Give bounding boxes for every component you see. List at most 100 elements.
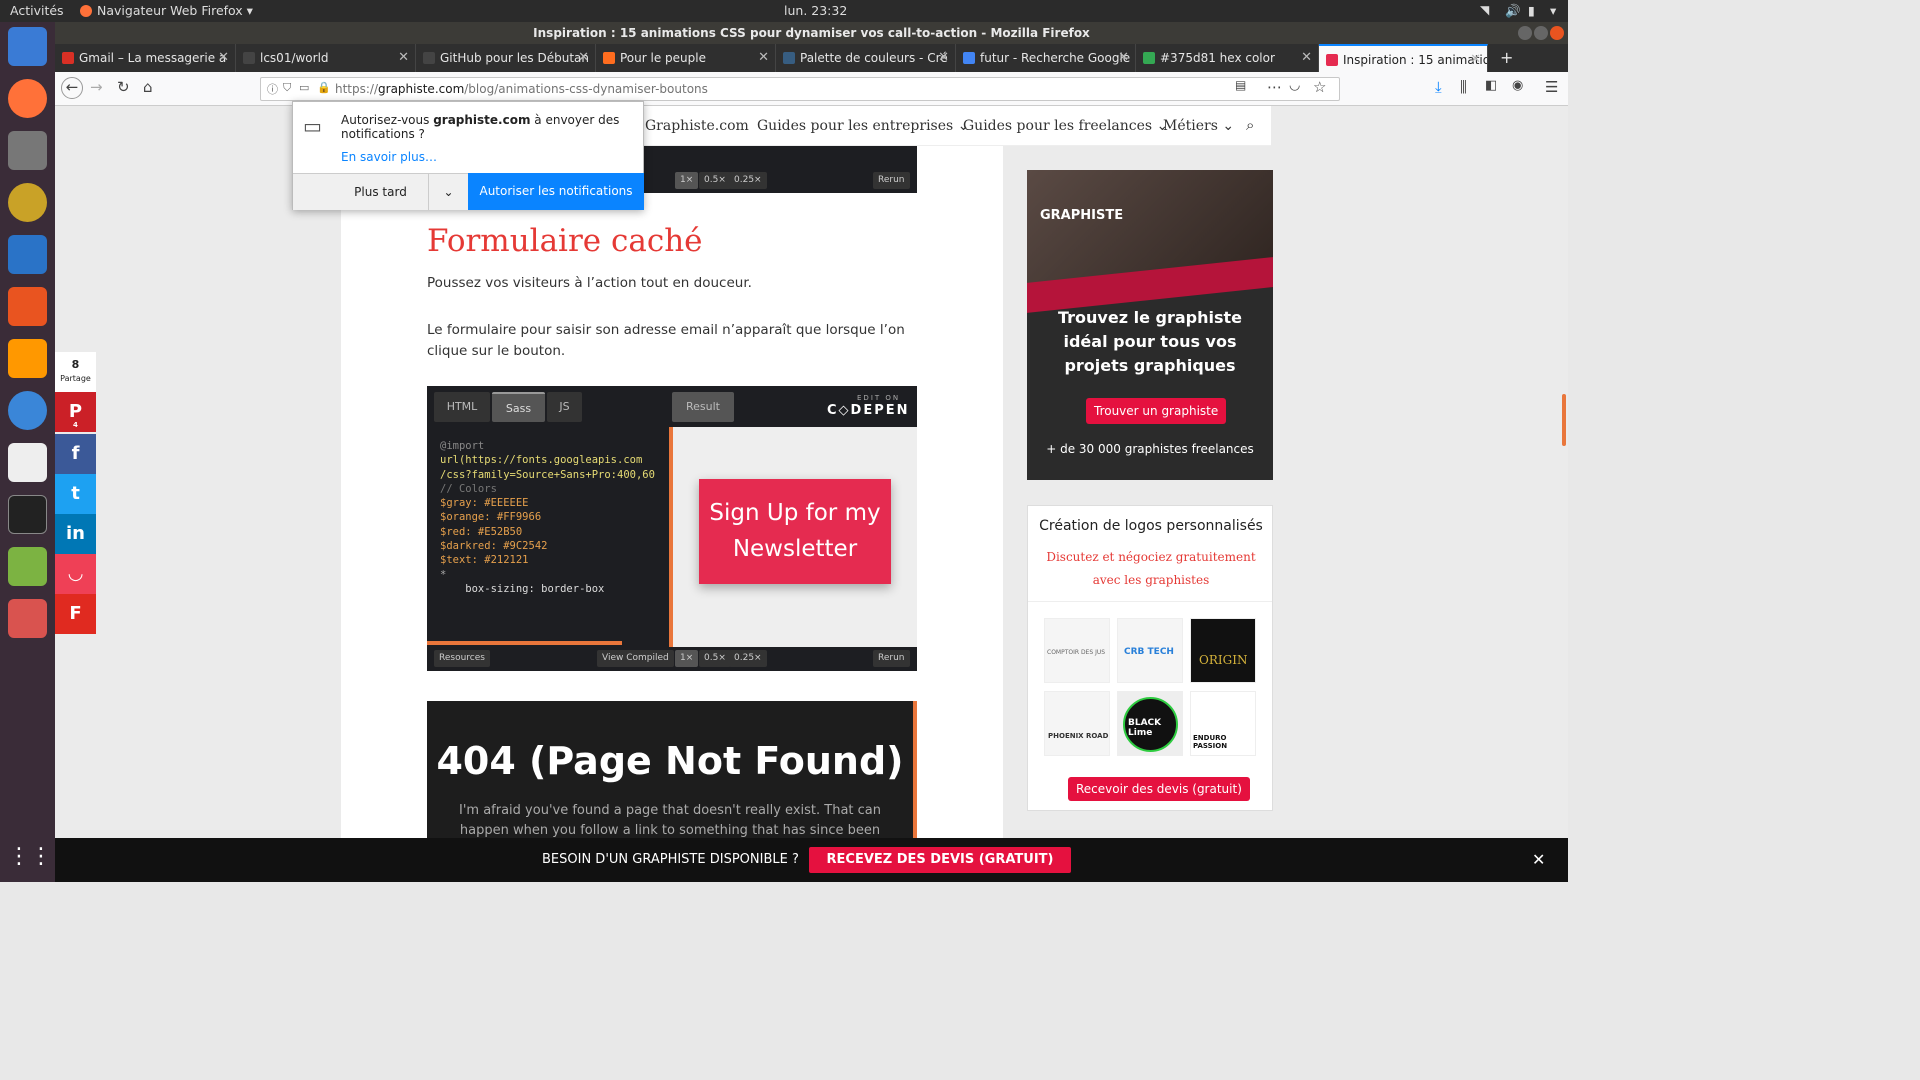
shield-icon[interactable]: ⛉ — [283, 81, 291, 95]
sass-code-panel[interactable]: @import url(https://fonts.googleapis.com /… — [427, 427, 669, 647]
system-monitor-icon[interactable] — [8, 547, 47, 586]
browser-tab[interactable]: Gmail – La messagerie a ✕ — [55, 44, 236, 72]
close-tab-icon[interactable]: ✕ — [758, 44, 769, 72]
browser-tab[interactable]: #375d81 hex color ✕ — [1136, 44, 1319, 72]
sass-tab[interactable]: Sass — [492, 392, 545, 422]
notification-permission-icon[interactable]: ▭ — [299, 81, 309, 94]
pinterest-icon[interactable]: P4 — [55, 392, 96, 432]
software-center-icon[interactable] — [8, 287, 47, 326]
close-tab-icon[interactable]: ✕ — [938, 44, 949, 72]
zoom-025x-button[interactable]: 0.25× — [729, 172, 767, 189]
terminal-icon[interactable] — [8, 495, 47, 534]
browser-tab[interactable]: Pour le peuple ✕ — [596, 44, 776, 72]
browser-tab[interactable]: lcs01/world ✕ — [236, 44, 416, 72]
app-menu[interactable]: Navigateur Web Firefox ▾ — [97, 3, 253, 18]
zoom-1x-button[interactable]: 1× — [675, 172, 699, 189]
wifi-icon[interactable]: ◥ — [1480, 3, 1489, 17]
codepen-logo[interactable]: C◇DEPEN — [827, 403, 910, 418]
linkedin-icon[interactable]: in — [55, 514, 96, 554]
learn-more-link[interactable]: En savoir plus… — [341, 150, 437, 164]
close-tab-icon[interactable]: ✕ — [1470, 46, 1481, 72]
find-designer-button[interactable]: Trouver un graphiste — [1086, 398, 1227, 424]
back-button[interactable]: ← — [61, 77, 83, 99]
library-icon[interactable]: ⫼ — [1460, 78, 1467, 96]
sidebar-icon[interactable]: ◧ — [1485, 78, 1497, 93]
zoom-1x-button[interactable]: 1× — [675, 650, 699, 667]
close-tab-icon[interactable]: ✕ — [1301, 44, 1312, 72]
allow-notifications-button[interactable]: Autoriser les notifications — [468, 173, 644, 210]
close-tab-icon[interactable]: ✕ — [1118, 44, 1129, 72]
reload-button[interactable]: ↻ — [117, 78, 130, 96]
twitter-icon[interactable]: t — [55, 474, 96, 514]
close-banner-icon[interactable]: ✕ — [1532, 850, 1545, 869]
browser-tab[interactable]: Palette de couleurs - Cré ✕ — [776, 44, 956, 72]
close-window-button[interactable] — [1550, 26, 1564, 40]
page-scrollbar-thumb[interactable] — [1562, 394, 1566, 446]
maximize-button[interactable] — [1534, 26, 1548, 40]
system-menu-icon[interactable]: ▾ — [1550, 3, 1556, 18]
settings-icon[interactable] — [8, 599, 47, 638]
logo-origin[interactable]: ORIGIN — [1190, 618, 1256, 683]
url-bar[interactable]: https://graphiste.com/blog/animations-cs… — [260, 77, 1340, 101]
volume-icon[interactable]: 🔊 — [1505, 3, 1521, 19]
zoom-025x-button[interactable]: 0.25× — [729, 650, 767, 667]
resources-button[interactable]: Resources — [434, 650, 490, 667]
facebook-icon[interactable]: f — [55, 434, 96, 474]
signup-demo-button[interactable]: Sign Up for my Newsletter — [699, 479, 891, 584]
view-compiled-button[interactable]: View Compiled — [597, 650, 674, 667]
new-tab-button[interactable]: + — [1492, 44, 1522, 72]
files-icon[interactable] — [8, 131, 47, 170]
bookmark-star-icon[interactable]: ☆ — [1313, 78, 1326, 96]
writer-icon[interactable] — [8, 235, 47, 274]
browser-tab[interactable]: Inspiration : 15 animatio ✕ — [1319, 44, 1488, 72]
logo-comptoir[interactable]: COMPTOIR DES JUS — [1044, 618, 1110, 683]
rerun-button[interactable]: Rerun — [873, 650, 910, 667]
graphiste-ad[interactable]: GRAPHISTE Trouvez le graphiste idéal pou… — [1027, 170, 1273, 480]
downloads-icon[interactable]: ⤓ — [1435, 78, 1442, 96]
hamburger-menu-icon[interactable]: ☰ — [1545, 78, 1558, 96]
help-icon[interactable] — [8, 391, 47, 430]
nav-metiers[interactable]: Métiers ⌄ — [1163, 118, 1234, 134]
chevron-down-icon[interactable]: ⌄ — [428, 173, 468, 210]
html-tab[interactable]: HTML — [434, 392, 490, 422]
home-button[interactable]: ⌂ — [143, 78, 153, 96]
site-brand-link[interactable]: Graphiste.com — [645, 118, 749, 134]
forward-button[interactable]: → — [90, 78, 103, 96]
account-icon[interactable]: ◉ — [1512, 78, 1523, 93]
close-tab-icon[interactable]: ✕ — [578, 44, 589, 72]
activities-button[interactable]: Activités — [10, 3, 64, 18]
pocket-share-icon[interactable]: ◡ — [55, 554, 96, 594]
js-tab[interactable]: JS — [547, 392, 582, 422]
apps-grid-icon[interactable]: ⋮⋮ — [8, 837, 52, 876]
browser-tab[interactable]: futur - Recherche Google ✕ — [956, 44, 1136, 72]
clock[interactable]: lun. 23:32 — [784, 3, 847, 18]
rerun-button[interactable]: Rerun — [873, 172, 910, 189]
browser-tab[interactable]: GitHub pour les Débutan ✕ — [416, 44, 596, 72]
flipboard-icon[interactable]: F — [55, 594, 96, 634]
request-quotes-button[interactable]: Recevoir des devis (gratuit) — [1068, 777, 1250, 801]
search-icon[interactable]: ⌕ — [1246, 116, 1254, 134]
close-tab-icon[interactable]: ✕ — [398, 44, 409, 72]
logo-enduro-passion[interactable]: ENDURO PASSION — [1190, 691, 1256, 756]
sublime-text-icon[interactable] — [8, 339, 47, 378]
zoom-05x-button[interactable]: 0.5× — [699, 650, 731, 667]
close-tab-icon[interactable]: ✕ — [218, 44, 229, 72]
logo-black-lime[interactable]: BLACK Lime — [1117, 691, 1183, 756]
thunderbird-icon[interactable] — [8, 27, 47, 66]
nav-guides-freelances[interactable]: Guides pour les freelances ⌄ — [963, 118, 1168, 134]
page-actions-icon[interactable]: ⋯ — [1267, 78, 1282, 96]
pocket-icon[interactable]: ◡ — [1289, 78, 1300, 93]
minimize-button[interactable] — [1518, 26, 1532, 40]
info-icon[interactable]: ⓘ — [267, 81, 278, 97]
battery-icon[interactable]: ▮ — [1528, 3, 1535, 18]
nav-guides-entreprises[interactable]: Guides pour les entreprises ⌄ — [757, 118, 969, 134]
reader-view-icon[interactable]: ▤ — [1235, 78, 1246, 92]
logo-phoenix-road[interactable]: PHOENIX ROAD — [1044, 691, 1110, 756]
rhythmbox-icon[interactable] — [8, 183, 47, 222]
firefox-launcher-icon[interactable] — [8, 79, 47, 118]
result-tab[interactable]: Result — [672, 392, 734, 422]
code-scrollbar[interactable] — [427, 641, 622, 645]
amazon-icon[interactable] — [8, 443, 47, 482]
zoom-05x-button[interactable]: 0.5× — [699, 172, 731, 189]
footer-cta-button[interactable]: RECEVEZ DES DEVIS (GRATUIT) — [809, 847, 1071, 873]
